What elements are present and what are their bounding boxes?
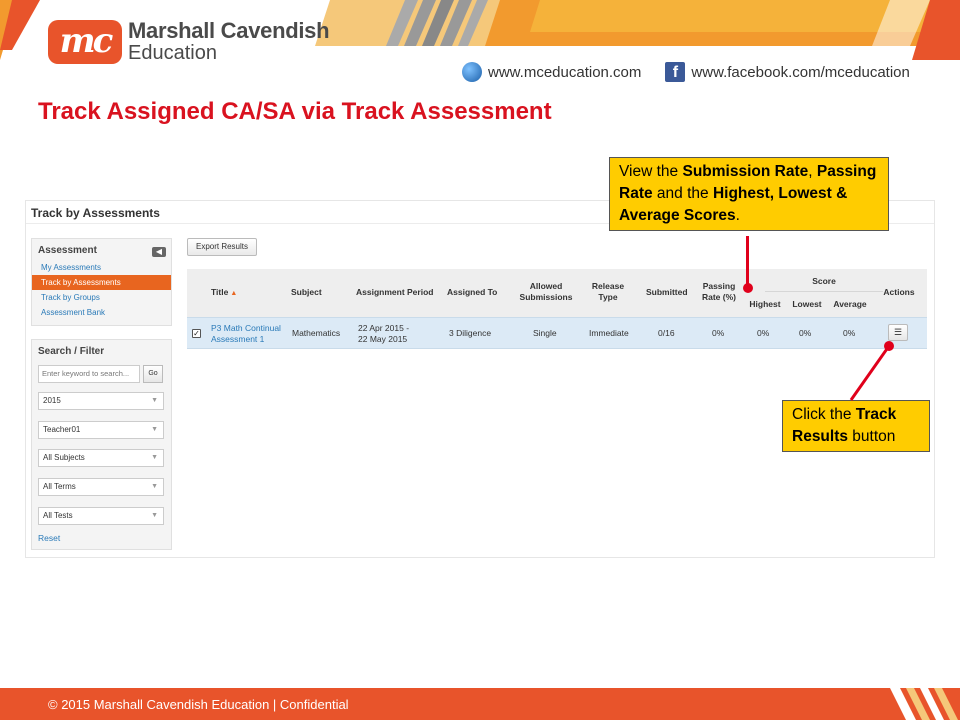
test-select-value: All Tests	[43, 511, 73, 520]
brand-name-line2: Education	[128, 42, 217, 64]
facebook-link: www.facebook.com/mceducation	[691, 63, 910, 81]
keyword-search-input[interactable]: Enter keyword to search...	[38, 365, 140, 383]
page-title: Track by Assessments	[31, 206, 160, 220]
list-icon: ☰	[893, 327, 903, 337]
row-title-link[interactable]: P3 Math Continual Assessment 1	[211, 323, 283, 345]
col-actions: Actions	[883, 287, 915, 297]
year-select-value: 2015	[43, 396, 61, 405]
score-callout-text-2: ,	[808, 163, 817, 180]
sort-asc-icon: ▲	[230, 290, 238, 297]
subject-select-value: All Subjects	[43, 453, 85, 462]
score-callout-text-3: and the	[652, 185, 713, 202]
col-title-label: Title	[211, 287, 229, 297]
website-link: www.mceducation.com	[488, 63, 642, 81]
col-assignment-period: Assignment Period	[356, 287, 434, 297]
sidebar-item-track-by-groups[interactable]: Track by Groups	[32, 290, 171, 305]
row-lowest: 0%	[799, 328, 812, 338]
score-divider	[765, 291, 883, 292]
table-header: Title ▲ Subject Assignment Period Assigne…	[187, 269, 927, 317]
footer-decoration	[890, 688, 958, 720]
collapse-arrow-icon[interactable]: ◀	[152, 247, 166, 257]
dropdown-caret-icon: ▼	[151, 397, 158, 404]
row-submitted: 0/16	[658, 328, 675, 338]
row-passing-rate: 0%	[712, 328, 725, 338]
row-allowed: Single	[533, 328, 557, 338]
track-callout-text-1: Click the	[792, 406, 856, 423]
row-highest: 0%	[757, 328, 770, 338]
facebook-icon: f	[665, 62, 686, 82]
col-subject: Subject	[291, 287, 322, 297]
web-links: www.mceducation.com f www.facebook.com/m…	[462, 62, 910, 82]
col-score: Score	[812, 276, 836, 286]
app-panel: Track by Assessments Assessment ◀ My Ass…	[25, 200, 935, 558]
col-allowed-submissions: Allowed Submissions	[519, 281, 573, 302]
sidebar-item-assessment-bank[interactable]: Assessment Bank	[32, 305, 171, 320]
brand-logo: mc	[48, 20, 122, 64]
row-release: Immediate	[589, 328, 629, 338]
subject-select[interactable]: All Subjects ▼	[38, 449, 164, 467]
col-average: Average	[833, 299, 867, 309]
col-highest: Highest	[749, 299, 781, 309]
year-select[interactable]: 2015 ▼	[38, 392, 164, 410]
teacher-select[interactable]: Teacher01 ▼	[38, 421, 164, 439]
footer-bar: © 2015 Marshall Cavendish Education | Co…	[0, 688, 960, 720]
table-row: ✓ P3 Math Continual Assessment 1 Mathema…	[187, 317, 927, 349]
sidebar-item-my-assessments[interactable]: My Assessments	[32, 260, 171, 275]
track-callout-connector	[849, 341, 894, 401]
search-filter-panel: Search / Filter Enter keyword to search.…	[31, 339, 172, 550]
brand-name: Marshall Cavendish Education	[128, 18, 330, 65]
teacher-select-value: Teacher01	[43, 425, 81, 434]
col-lowest: Lowest	[792, 299, 822, 309]
row-period: 22 Apr 2015 - 22 May 2015	[358, 323, 410, 344]
sidebar-item-track-by-assessments[interactable]: Track by Assessments	[32, 275, 171, 290]
checkbox-icon[interactable]: ✓	[192, 329, 201, 338]
track-callout: Click the Track Results button	[782, 400, 930, 452]
assessment-nav-heading: Assessment	[38, 245, 97, 256]
col-submitted: Submitted	[646, 287, 688, 297]
score-callout-dot	[743, 283, 753, 293]
track-callout-text-2: button	[848, 428, 896, 445]
row-assigned-to: 3 Diligence	[449, 328, 492, 338]
dropdown-caret-icon: ▼	[151, 426, 158, 433]
score-callout-text-4: .	[735, 207, 740, 224]
col-release-type: Release Type	[591, 281, 625, 302]
col-assigned-to: Assigned To	[447, 287, 498, 297]
term-select[interactable]: All Terms ▼	[38, 478, 164, 496]
term-select-value: All Terms	[43, 482, 76, 491]
col-title[interactable]: Title ▲	[211, 287, 237, 299]
slide-title: Track Assigned CA/SA via Track Assessmen…	[38, 98, 552, 125]
score-callout-connector	[746, 236, 749, 290]
brand-name-line1: Marshall Cavendish	[128, 18, 330, 43]
dropdown-caret-icon: ▼	[151, 512, 158, 519]
reset-link[interactable]: Reset	[38, 533, 60, 543]
dropdown-caret-icon: ▼	[151, 454, 158, 461]
assessment-nav: Assessment ◀ My Assessments Track by Ass…	[31, 238, 172, 326]
row-subject: Mathematics	[292, 328, 341, 338]
col-passing-rate: Passing Rate (%)	[701, 281, 736, 302]
score-callout: View the Submission Rate, Passing Rate a…	[609, 157, 889, 231]
go-button[interactable]: Go	[143, 365, 163, 383]
footer-text: © 2015 Marshall Cavendish Education | Co…	[48, 697, 349, 712]
dropdown-caret-icon: ▼	[151, 483, 158, 490]
score-callout-bold-1: Submission Rate	[682, 163, 809, 180]
export-results-button[interactable]: Export Results	[187, 238, 257, 256]
globe-icon	[462, 62, 482, 82]
filter-heading: Search / Filter	[38, 346, 105, 357]
test-select[interactable]: All Tests ▼	[38, 507, 164, 525]
score-callout-text-1: View the	[619, 163, 683, 180]
